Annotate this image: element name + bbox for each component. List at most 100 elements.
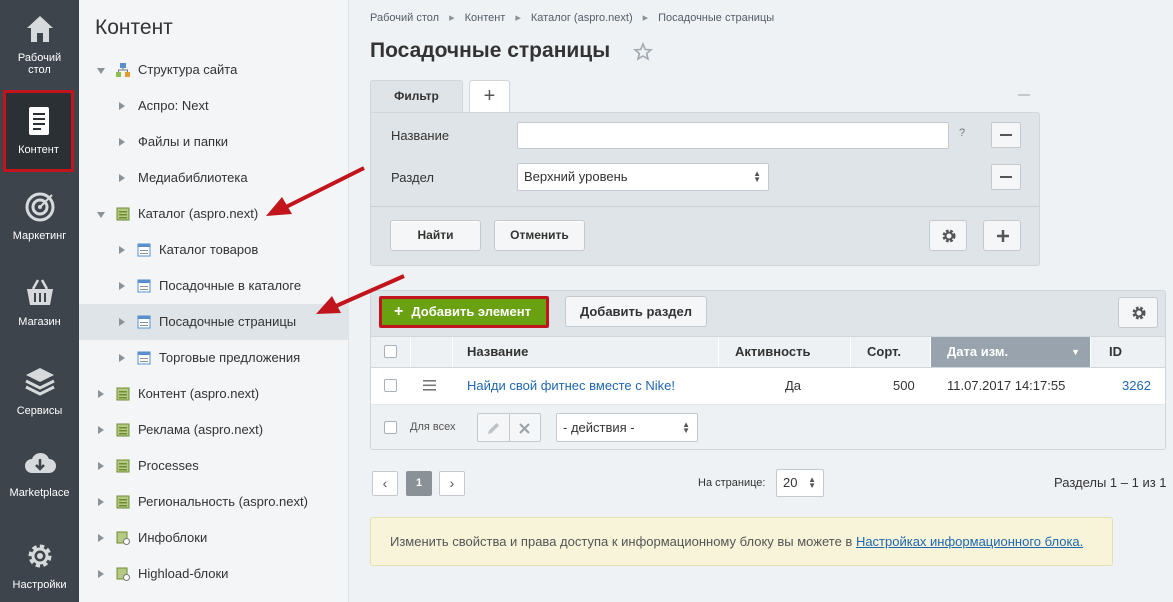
breadcrumb-item[interactable]: Рабочий стол bbox=[370, 12, 439, 24]
tree-item-highload-blocks[interactable]: Highload-блоки bbox=[79, 556, 349, 592]
tree-item-trade-offers[interactable]: Торговые предложения bbox=[79, 340, 349, 376]
expand-arrow-icon[interactable] bbox=[98, 462, 104, 470]
select-all-checkbox[interactable] bbox=[384, 345, 397, 358]
for-all-checkbox[interactable] bbox=[384, 421, 397, 434]
nav-item-shop[interactable]: Магазин bbox=[0, 276, 79, 328]
row-menu-icon[interactable] bbox=[423, 380, 436, 391]
column-header-active[interactable]: Активность bbox=[719, 337, 851, 367]
select-all-cell bbox=[371, 337, 411, 367]
breadcrumb-item[interactable]: Контент bbox=[465, 12, 506, 24]
tree-item-product-catalog[interactable]: Каталог товаров bbox=[79, 232, 349, 268]
breadcrumb-separator-icon: ▸ bbox=[515, 12, 521, 24]
tree-item-regionality-aspro[interactable]: Региональность (aspro.next) bbox=[79, 484, 349, 520]
expand-arrow-icon[interactable] bbox=[119, 174, 125, 182]
remove-field-button[interactable] bbox=[991, 164, 1021, 190]
tree-item-site-structure[interactable]: Структура сайта bbox=[79, 52, 349, 88]
content-tree-panel: Контент Структура сайта Аспро: Next Файл… bbox=[79, 0, 349, 602]
row-checkbox[interactable] bbox=[384, 379, 397, 392]
actions-select-value: - действия - bbox=[563, 420, 635, 435]
nav-label-desktop-1: Рабочий bbox=[17, 52, 62, 64]
element-link[interactable]: Найди свой фитнес вместе с Nike! bbox=[467, 378, 675, 393]
tree-item-content-aspro[interactable]: Контент (aspro.next) bbox=[79, 376, 349, 412]
iblock-settings-icon bbox=[116, 567, 130, 581]
tree-item-label: Инфоблоки bbox=[138, 530, 208, 545]
breadcrumb-item[interactable]: Посадочные страницы bbox=[658, 12, 774, 24]
expand-arrow-icon[interactable] bbox=[98, 426, 104, 434]
gear-icon bbox=[942, 229, 956, 243]
for-all-label: Для всех bbox=[410, 421, 456, 433]
tree-item-label: Медиабиблиотека bbox=[138, 170, 248, 185]
tree-item-label: Каталог товаров bbox=[159, 242, 259, 257]
nav-item-services[interactable]: Сервисы bbox=[0, 365, 79, 417]
expand-arrow-icon[interactable] bbox=[98, 498, 104, 506]
next-page-button[interactable]: › bbox=[439, 471, 465, 496]
plus-icon: + bbox=[394, 303, 404, 320]
remove-field-button[interactable] bbox=[991, 122, 1021, 148]
nav-item-marketplace[interactable]: Marketplace bbox=[0, 447, 79, 499]
tree-item-label: Processes bbox=[138, 458, 199, 473]
pencil-icon[interactable] bbox=[486, 421, 501, 436]
tree-item-label: Реклама (aspro.next) bbox=[138, 422, 264, 437]
expand-arrow-icon[interactable] bbox=[98, 390, 104, 398]
element-id-link[interactable]: 3262 bbox=[1122, 378, 1151, 393]
nav-item-settings[interactable]: Настройки bbox=[0, 539, 79, 591]
tree-item-infoblocks[interactable]: Инфоблоки bbox=[79, 520, 349, 556]
tree-item-landing-in-catalog[interactable]: Посадочные в каталоге bbox=[79, 268, 349, 304]
tree-item-landing-pages[interactable]: Посадочные страницы bbox=[79, 304, 349, 340]
cell-sort: 500 bbox=[893, 378, 915, 393]
expand-arrow-icon[interactable] bbox=[119, 102, 125, 110]
iblock-type-icon bbox=[116, 207, 130, 221]
tree-item-catalog-aspro[interactable]: Каталог (aspro.next) bbox=[79, 196, 349, 232]
iblock-settings-link[interactable]: Настройках информационного блока. bbox=[856, 534, 1083, 549]
column-header-date-label: Дата изм. bbox=[947, 344, 1009, 359]
tree-item-aspro-next[interactable]: Аспро: Next bbox=[79, 88, 349, 124]
add-filter-field-button[interactable] bbox=[983, 220, 1021, 251]
column-header-sort[interactable]: Сорт. bbox=[851, 337, 931, 367]
filter-settings-button[interactable] bbox=[929, 220, 967, 251]
filter-divider bbox=[371, 206, 1039, 207]
expand-arrow-icon[interactable] bbox=[97, 68, 105, 74]
expand-arrow-icon[interactable] bbox=[98, 570, 104, 578]
add-section-button[interactable]: Добавить раздел bbox=[565, 296, 707, 327]
per-page-select[interactable]: 20 ▲ ▼ bbox=[776, 469, 824, 497]
expand-arrow-icon[interactable] bbox=[119, 318, 125, 326]
table-row[interactable]: Найди свой фитнес вместе с Nike! Да 500 … bbox=[370, 368, 1166, 404]
add-element-button[interactable]: + Добавить элемент bbox=[379, 296, 549, 328]
section-select[interactable]: Верхний уровень ▲ ▼ bbox=[517, 163, 769, 191]
cancel-button[interactable]: Отменить bbox=[494, 220, 585, 251]
expand-arrow-icon[interactable] bbox=[119, 246, 125, 254]
find-button[interactable]: Найти bbox=[390, 220, 481, 251]
nav-item-marketing[interactable]: Маркетинг bbox=[0, 190, 79, 242]
filter-name-input[interactable] bbox=[517, 122, 949, 149]
tree-item-ads-aspro[interactable]: Реклама (aspro.next) bbox=[79, 412, 349, 448]
delete-icon[interactable] bbox=[518, 422, 531, 435]
expand-arrow-icon[interactable] bbox=[119, 282, 125, 290]
star-icon[interactable] bbox=[633, 42, 653, 62]
expand-arrow-icon[interactable] bbox=[119, 354, 125, 362]
tree-item-files-folders[interactable]: Файлы и папки bbox=[79, 124, 349, 160]
grid-settings-button[interactable] bbox=[1118, 297, 1158, 328]
tree-title: Контент bbox=[95, 16, 173, 39]
tree-item-media-library[interactable]: Медиабиблиотека bbox=[79, 160, 349, 196]
nav-item-content[interactable]: Контент bbox=[3, 90, 74, 172]
expand-arrow-icon[interactable] bbox=[97, 212, 105, 218]
iblock-icon bbox=[137, 315, 151, 329]
tree-item-processes[interactable]: Processes bbox=[79, 448, 349, 484]
current-page[interactable]: 1 bbox=[406, 471, 432, 496]
column-header-name[interactable]: Название bbox=[453, 337, 719, 367]
filter-minimize-icon[interactable] bbox=[1018, 94, 1030, 96]
actions-select[interactable]: - действия - ▲ ▼ bbox=[556, 413, 698, 442]
column-header-date[interactable]: Дата изм. ▼ bbox=[931, 337, 1091, 367]
add-filter-tab-button[interactable]: + bbox=[469, 80, 510, 112]
nav-item-desktop[interactable]: Рабочий стол bbox=[0, 12, 79, 76]
tab-filter[interactable]: Фильтр bbox=[370, 80, 463, 112]
help-icon[interactable]: ? bbox=[959, 127, 965, 139]
column-header-id[interactable]: ID bbox=[1091, 337, 1165, 367]
expand-arrow-icon[interactable] bbox=[98, 534, 104, 542]
prev-page-button[interactable]: ‹ bbox=[372, 471, 398, 496]
breadcrumb-item[interactable]: Каталог (aspro.next) bbox=[531, 12, 633, 24]
breadcrumb: Рабочий стол ▸ Контент ▸ Каталог (aspro.next… bbox=[370, 11, 774, 24]
expand-arrow-icon[interactable] bbox=[119, 138, 125, 146]
gear-icon bbox=[1132, 306, 1146, 320]
iblock-icon bbox=[137, 243, 151, 257]
